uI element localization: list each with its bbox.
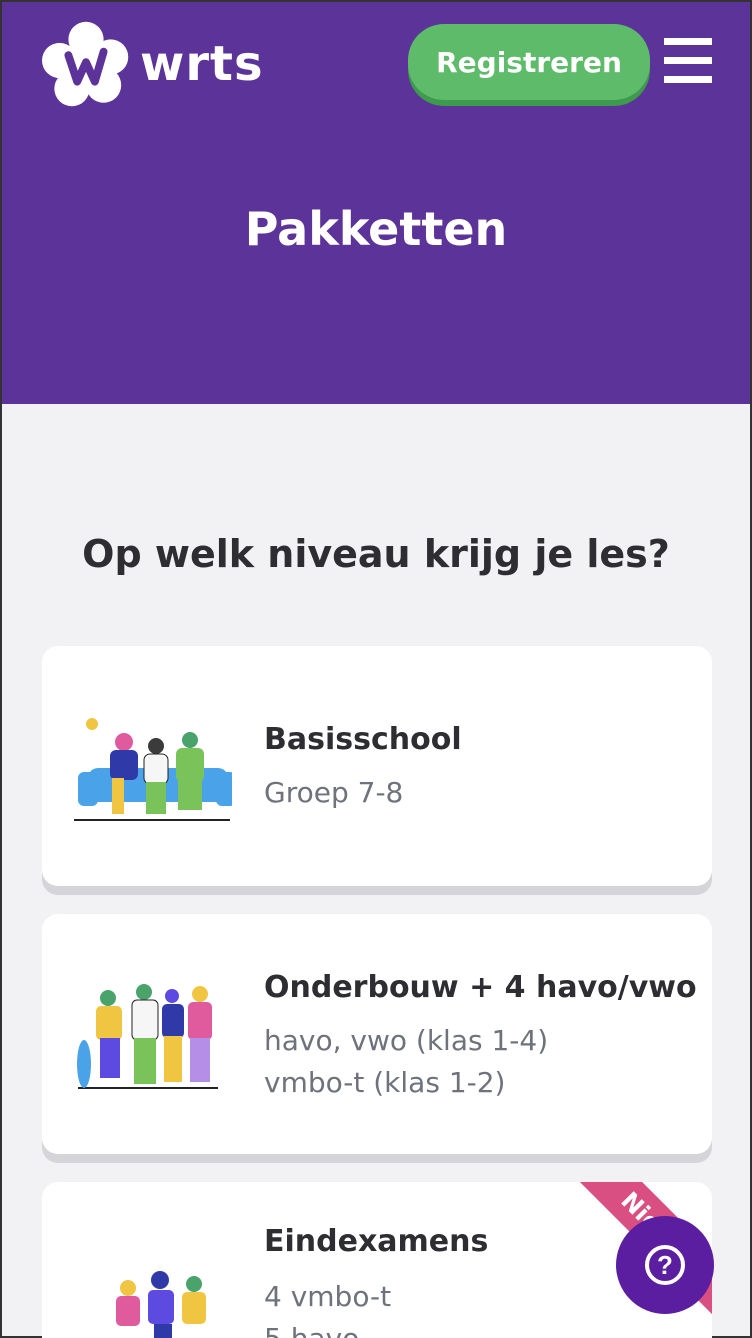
- card-subtitle: vmbo-t (klas 1-2): [264, 1066, 506, 1099]
- card-subtitle: havo, vwo (klas 1-4): [264, 1024, 549, 1057]
- card-title: Basisschool: [264, 722, 462, 757]
- logo-text: wrts: [140, 36, 264, 92]
- card-title: Eindexamens: [264, 1224, 489, 1259]
- register-button[interactable]: Registreren: [408, 24, 650, 100]
- package-card-eindexamens[interactable]: Nieuw Eindexamens 4 vmbo-t 5 havo: [42, 1182, 712, 1338]
- page-header: wrts Registreren Pakketten: [2, 2, 750, 404]
- level-question: Op welk niveau krijg je les?: [82, 532, 670, 576]
- package-card-onderbouw[interactable]: Onderbouw + 4 havo/vwo havo, vwo (klas 1…: [42, 914, 712, 1154]
- friends-bikes-illustration: [116, 1271, 206, 1338]
- card-subtitle: 5 havo: [264, 1318, 359, 1338]
- package-card-basisschool[interactable]: Basisschool Groep 7-8: [42, 646, 712, 886]
- wrts-logo-icon: [42, 21, 129, 107]
- hamburger-menu-icon[interactable]: [664, 38, 714, 88]
- friends-group-illustration: [77, 984, 218, 1089]
- card-subtitle: Groep 7-8: [264, 776, 404, 809]
- card-subtitle: 4 vmbo-t: [264, 1280, 392, 1313]
- help-question-icon: ?: [645, 1245, 685, 1285]
- couch-friends-illustration: [74, 718, 232, 821]
- page-title: Pakketten: [244, 202, 508, 256]
- wrts-logo[interactable]: wrts: [42, 20, 264, 108]
- card-title: Onderbouw + 4 havo/vwo: [264, 970, 697, 1005]
- help-button[interactable]: ?: [616, 1216, 714, 1314]
